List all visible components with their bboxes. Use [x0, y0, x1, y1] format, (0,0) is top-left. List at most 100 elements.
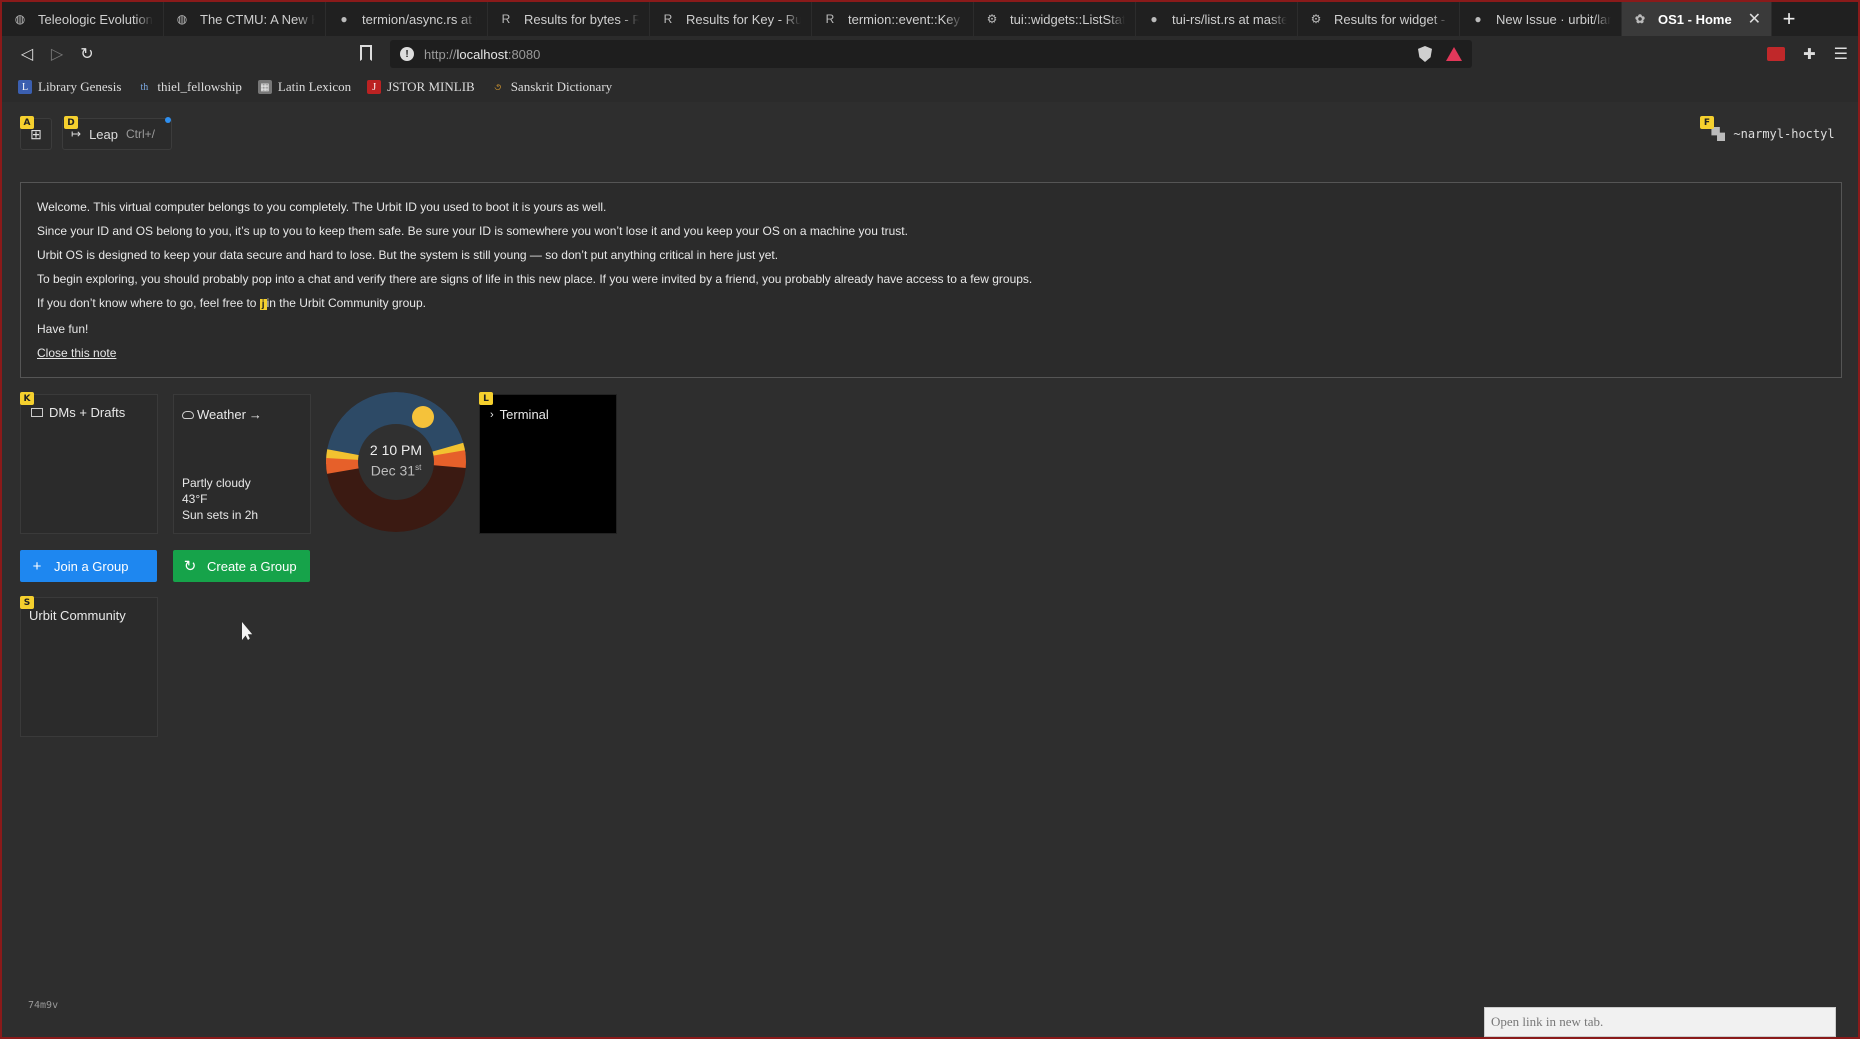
tab-label: The CTMU: A New Kin — [200, 11, 315, 27]
tab-label: tui::widgets::ListState - — [1010, 11, 1125, 27]
weather-temperature: 43°F — [182, 492, 208, 506]
url-port: :8080 — [507, 46, 541, 62]
bookmark-label: Latin Lexicon — [277, 79, 352, 94]
tab-active[interactable]: ✿ OS1 - Home ✕ — [1622, 2, 1772, 36]
bookmark-label: Sanskrit Dictionary — [510, 79, 613, 94]
github-icon: ● — [340, 12, 348, 26]
weather-condition: Partly cloudy — [182, 476, 251, 490]
url-bar[interactable]: ! http://localhost:8080 — [390, 40, 1472, 68]
tab-0[interactable]: ◍ Teleologic Evolution | C — [2, 2, 164, 36]
welcome-note: Welcome. This virtual computer belongs t… — [20, 182, 1842, 378]
url-scheme: http:// — [424, 46, 457, 62]
close-tab-icon[interactable]: ✕ — [1748, 9, 1761, 29]
close-note-link[interactable]: Close this note — [37, 346, 116, 360]
new-tab-button[interactable]: + — [1772, 2, 1806, 36]
tab-label: Teleologic Evolution | C — [38, 11, 153, 27]
tab-7[interactable]: ● tui-rs/list.rs at master - — [1136, 2, 1298, 36]
tab-label: OS1 - Home — [1658, 11, 1732, 27]
lexicon-icon: ▦ — [257, 80, 272, 94]
tab-label: Results for bytes - Rust — [524, 11, 639, 27]
join-group-button[interactable]: + Join a Group — [20, 550, 157, 582]
plus-icon: + — [32, 557, 42, 575]
url-bar-actions — [1418, 46, 1462, 62]
clock-date: Dec 31st — [326, 459, 466, 480]
sanskrit-icon: ૭ — [494, 81, 502, 93]
tab-8[interactable]: ⚙ Results for widget - Ru — [1298, 2, 1460, 36]
welcome-line: Have fun! — [37, 322, 89, 336]
tab-2[interactable]: ● termion/async.rs at ma — [326, 2, 488, 36]
notification-dot — [165, 117, 171, 123]
back-icon[interactable]: ◁ — [12, 39, 42, 69]
bookmarks-bar: L Library Genesis th thiel_fellowship ▦ Lat… — [2, 72, 1858, 102]
extension-icon[interactable] — [1767, 47, 1786, 61]
hint-terminal: L — [479, 392, 493, 405]
bookmark-label: thiel_fellowship — [157, 79, 242, 94]
welcome-line: Welcome. This virtual computer belongs t… — [37, 200, 607, 214]
rust-icon: R — [501, 12, 511, 26]
globe-icon: ◍ — [14, 12, 26, 26]
create-group-label: Create a Group — [207, 558, 297, 574]
tab-6[interactable]: ⚙ tui::widgets::ListState - — [974, 2, 1136, 36]
weather-tile[interactable]: Weather → Partly cloudy 43°F Sun sets in… — [173, 394, 311, 534]
cloud-icon — [182, 410, 194, 419]
rust-icon: R — [663, 12, 673, 26]
mail-icon — [31, 408, 43, 417]
bookmark-jstor[interactable]: J JSTOR MINLIB — [367, 79, 475, 95]
status-bar: Open link in new tab. — [1484, 1007, 1836, 1037]
bookmark-thiel-fellowship[interactable]: th thiel_fellowship — [137, 79, 242, 95]
tab-9[interactable]: ● New Issue · urbit/land — [1460, 2, 1622, 36]
menu-icon[interactable]: ☰ — [1834, 44, 1848, 64]
urbit-icon: ✿ — [1634, 12, 1646, 26]
leap-label: Leap — [89, 126, 118, 142]
dms-label: DMs + Drafts — [49, 405, 126, 420]
tab-label: Results for widget - Ru — [1334, 11, 1449, 27]
hint-community: S — [20, 596, 34, 609]
bookmark-library-genesis[interactable]: L Library Genesis — [18, 79, 121, 95]
clock-date-text: Dec 31 — [370, 462, 416, 479]
weather-sunset: Sun sets in 2h — [182, 508, 259, 522]
extensions-puzzle-icon[interactable]: ✚ — [1803, 45, 1816, 63]
leap-shortcut: Ctrl+/ — [125, 127, 155, 141]
globe-icon: ◍ — [176, 12, 188, 26]
bookmark-icon[interactable] — [360, 45, 372, 61]
clock-tile[interactable]: 2 10 PM Dec 31st — [326, 392, 466, 532]
github-icon: ● — [1150, 12, 1158, 26]
create-group-button[interactable]: ↻ Create a Group — [173, 550, 310, 582]
brave-rewards-icon[interactable] — [1446, 47, 1462, 61]
bookmark-latin-lexicon[interactable]: ▦ Latin Lexicon — [257, 79, 352, 95]
weather-info: Partly cloudy 43°F Sun sets in 2h — [182, 475, 258, 523]
browser-window: ◍ Teleologic Evolution | C ◍ The CTMU: A N… — [2, 2, 1858, 1037]
info-icon[interactable]: ! — [400, 47, 414, 61]
bookmark-sanskrit[interactable]: ૭ Sanskrit Dictionary — [491, 79, 612, 95]
dms-tile[interactable]: DMs + Drafts — [20, 394, 158, 534]
tab-label: New Issue · urbit/land — [1496, 11, 1611, 27]
terminal-tile[interactable]: › Terminal — [479, 394, 617, 534]
tab-4[interactable]: R Results for Key - Rust — [650, 2, 812, 36]
terminal-prompt-icon: › — [490, 408, 494, 421]
forward-icon[interactable]: ▷ — [42, 39, 72, 69]
leap-button[interactable]: ↦ Leap Ctrl+/ — [62, 117, 172, 150]
reload-icon[interactable]: ↻ — [72, 39, 102, 69]
thiel-icon: th — [140, 81, 149, 93]
toolbar-right: ✚ ☰ — [1767, 40, 1848, 68]
mouse-cursor — [242, 622, 253, 640]
join-community-link[interactable]: in the Urbit Community group. — [267, 296, 426, 310]
url-host: localhost — [456, 46, 508, 62]
tab-label: tui-rs/list.rs at master - — [1172, 11, 1287, 27]
leap-arrow-icon: ↦ — [71, 127, 82, 141]
avatar — [1711, 127, 1726, 141]
nav-bar: ◁ ▷ ↻ ! http://localhost:8080 ✚ ☰ — [2, 36, 1858, 72]
profile-button[interactable]: ~narmyl-hoctyl — [1702, 118, 1844, 150]
tab-1[interactable]: ◍ The CTMU: A New Kin — [164, 2, 326, 36]
weather-label: Weather — [197, 407, 246, 422]
tab-3[interactable]: R Results for bytes - Rust — [488, 2, 650, 36]
clock-time: 2 10 PM — [369, 442, 423, 458]
hint-join-link[interactable]: j — [259, 299, 267, 310]
brave-shield-icon[interactable] — [1418, 46, 1432, 62]
join-group-label: Join a Group — [54, 558, 129, 574]
tab-5[interactable]: Rtermion::event::Key - R — [812, 2, 974, 36]
group-tile-urbit-community[interactable]: Urbit Community — [20, 597, 158, 737]
version-hash: 74m9v — [28, 1000, 59, 1011]
user-ship-name: ~narmyl-hoctyl — [1733, 127, 1835, 141]
sun-icon — [412, 406, 434, 428]
